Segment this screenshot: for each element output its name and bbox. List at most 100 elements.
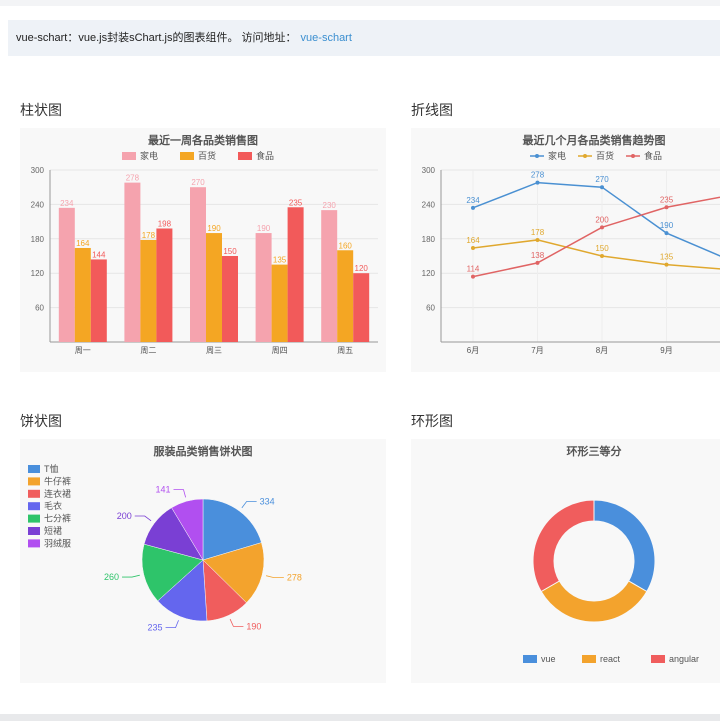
data-label: 260 [104, 572, 119, 582]
ring-segment [532, 499, 595, 593]
notice-banner: vue-schart：vue.js封装sChart.js的图表组件。 访问地址：… [8, 20, 720, 56]
legend-label: 牛仔裤 [44, 475, 71, 486]
x-tick-label: 周二 [140, 346, 156, 355]
ring-section-title: 环形图 [411, 413, 453, 429]
legend-label: 七分裤 [44, 513, 71, 524]
data-point [471, 245, 475, 250]
legend-swatch [28, 477, 40, 486]
leader-line [122, 574, 140, 578]
series-line [472, 196, 720, 278]
bar [190, 187, 206, 342]
x-tick-label: 9月 [660, 346, 672, 355]
legend-label: vue [541, 654, 556, 664]
bar [222, 256, 238, 342]
y-tick-label: 120 [422, 269, 436, 278]
data-label: 144 [92, 250, 106, 259]
data-label: 230 [323, 201, 337, 210]
chart-title: 最近一周各品类销售图 [148, 133, 258, 147]
bar-section-title: 柱状图 [20, 102, 62, 118]
data-point [535, 237, 540, 242]
bar [287, 207, 304, 342]
data-label: 190 [257, 224, 271, 233]
ring-segment [593, 499, 656, 593]
data-point [664, 231, 669, 236]
legend-marker [535, 154, 539, 158]
legend-swatch [28, 502, 40, 511]
notice-link[interactable]: vue-schart [301, 32, 352, 44]
x-tick-label: 周四 [272, 346, 288, 355]
data-label: 278 [531, 171, 545, 180]
legend-swatch [582, 655, 596, 663]
legend-swatch [180, 152, 194, 160]
bar-chart-panel: 最近一周各品类销售图 家电 百货 食品 60 120 180 240 300 234 164 144 周… [20, 128, 386, 372]
data-label: 235 [660, 195, 674, 204]
pie-chart-panel: 服装品类销售饼状图 T恤 牛仔裤 连衣裙 毛衣 七分裤 短裙 羽绒服 334 278 190 235 2… [20, 439, 386, 683]
data-label: 178 [531, 228, 545, 237]
data-label: 190 [246, 621, 261, 631]
legend-label: T恤 [44, 463, 59, 474]
legend-swatch [122, 152, 136, 160]
y-tick-label: 300 [31, 166, 45, 175]
bar [124, 182, 141, 342]
data-point [600, 185, 604, 190]
legend-label: 百货 [596, 150, 614, 161]
legend-swatch [28, 489, 40, 498]
data-label: 198 [158, 219, 172, 228]
data-label: 235 [148, 623, 163, 633]
x-tick-label: 7月 [531, 346, 543, 355]
data-label: 164 [466, 236, 480, 245]
data-label: 278 [287, 573, 302, 583]
data-point [600, 254, 604, 258]
data-point [600, 225, 604, 230]
data-label: 234 [466, 196, 480, 205]
x-tick-label: 周三 [206, 346, 222, 355]
data-label: 334 [260, 496, 275, 506]
legend-swatch [28, 465, 40, 473]
data-label: 270 [595, 175, 609, 184]
data-label: 190 [660, 221, 674, 230]
ring-chart: 环形三等分 vue react angular [523, 444, 699, 664]
bottom-bar [0, 714, 720, 721]
legend-label: 毛衣 [44, 500, 62, 511]
y-tick-label: 60 [426, 304, 435, 313]
line-chart-panel: 最近几个月各品类销售趋势图 家电 百货 食品 60 120 180 240 300 6月 7月 8月 9… [411, 128, 720, 372]
bar [255, 233, 272, 342]
legend-swatch [28, 527, 40, 535]
data-label: 200 [117, 511, 132, 521]
ring-chart-panel: 环形三等分 vue react angular [411, 439, 720, 683]
bar [74, 247, 91, 342]
leader-line [265, 575, 284, 579]
bar-chart: 最近一周各品类销售图家电 百货 食品 60 120 180 240 300 234 164144 周… [31, 133, 378, 355]
bar [206, 233, 222, 342]
y-tick-label: 60 [35, 304, 44, 313]
legend-label: 百货 [198, 150, 216, 161]
legend-label: 家电 [548, 150, 566, 161]
data-point [535, 180, 540, 185]
data-point [535, 260, 540, 265]
pie-chart: 服装品类销售饼状图 T恤牛仔裤连衣裙毛衣七分裤短裙羽绒服 334 278 190 235 2… [28, 444, 302, 633]
line-chart: 最近几个月各品类销售趋势图家电 百货 食品 60 120 180 240 300 6月 7月 8月 9… [422, 133, 720, 355]
leader-line [229, 618, 244, 627]
data-label: 120 [355, 264, 369, 273]
data-label: 190 [207, 224, 221, 233]
data-label: 114 [467, 265, 480, 274]
data-label: 135 [660, 253, 674, 262]
data-label: 278 [126, 174, 140, 183]
data-label: 150 [223, 247, 237, 256]
leader-line [241, 501, 257, 509]
legend-label: 食品 [256, 150, 274, 161]
bar [140, 239, 157, 342]
leader-line [134, 515, 152, 522]
chart-title: 环形三等分 [567, 444, 622, 458]
x-tick-label: 8月 [596, 346, 608, 355]
legend-marker [583, 154, 587, 158]
y-tick-label: 120 [31, 269, 45, 278]
ring-segment [540, 580, 648, 623]
bar [58, 207, 75, 342]
data-label: 150 [595, 244, 609, 253]
legend-label: angular [669, 654, 699, 664]
y-tick-label: 300 [422, 166, 436, 175]
bar [90, 259, 107, 342]
data-label: 138 [531, 251, 545, 260]
notice-text: vue-schart：vue.js封装sChart.js的图表组件。 访问地址： [16, 32, 297, 44]
